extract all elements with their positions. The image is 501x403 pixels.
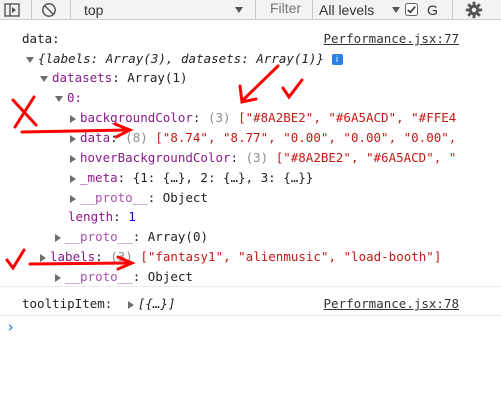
settings-gear-icon[interactable] (465, 0, 483, 19)
data-values: ["8.74", "8.77", "0.00", "0.00", "0.00", (155, 130, 457, 145)
proto-key: __proto__ (65, 269, 133, 284)
labels-key: labels (50, 249, 96, 264)
context-dropdown-icon[interactable] (234, 0, 244, 19)
labels-values: ["fantasy1", "alienmusic", "load-booth"] (140, 249, 442, 264)
proto-key: __proto__ (80, 190, 148, 205)
data-label: data: (22, 31, 60, 46)
group-label: G (427, 1, 438, 18)
log-levels-dropdown-icon[interactable] (391, 0, 401, 19)
meta-row[interactable]: _meta: {1: {…}, 2: {…}, 3: {…}} (70, 168, 313, 187)
object-summary-row[interactable]: {labels: Array(3), datasets: Array(1)} i (26, 49, 343, 68)
collapse-arrow-icon[interactable] (70, 194, 76, 203)
expand-arrow-icon[interactable] (55, 95, 63, 102)
data-array-row[interactable]: data: (8) ["8.74", "8.77", "0.00", "0.00… (70, 128, 456, 147)
collapse-arrow-icon[interactable] (127, 300, 134, 309)
proto-key: __proto__ (65, 229, 133, 244)
background-color-values: ["#8A2BE2", "#6A5ACD", "#FFE4 (238, 110, 457, 125)
hover-bg-count: (3) (245, 150, 269, 165)
proto-value: : Object (132, 269, 193, 284)
source-link-77[interactable]: Performance.jsx:77 (324, 29, 459, 48)
group-checkbox[interactable] (405, 0, 418, 19)
data-key: data (80, 130, 111, 145)
hover-bg-key: hoverBackgroundColor (80, 150, 231, 165)
proto-array-value: : Array(0) (132, 229, 208, 244)
log-levels-select[interactable]: All levels (319, 0, 374, 19)
collapse-arrow-icon[interactable] (40, 253, 46, 262)
info-icon[interactable]: i (331, 54, 343, 65)
background-color-row[interactable]: backgroundColor: (3) ["#8A2BE2", "#6A5AC… (70, 108, 456, 127)
log-entry-tooltip: tooltipItem: [{…}] Performance.jsx:78 (22, 294, 501, 313)
meta-key: _meta (80, 170, 118, 185)
console-output: data: Performance.jsx:77 {labels: Array(… (0, 20, 501, 403)
context-label: top (84, 1, 104, 18)
expand-arrow-icon[interactable] (40, 75, 48, 82)
context-select[interactable]: top (84, 0, 103, 19)
source-link-78[interactable]: Performance.jsx:78 (324, 294, 459, 313)
length-value: 1 (128, 209, 136, 224)
log-entry-data: data: Performance.jsx:77 (22, 29, 501, 48)
labels-row[interactable]: labels: (3) ["fantasy1", "alienmusic", "… (40, 247, 441, 266)
proto-object-row-2[interactable]: __proto__: Object (55, 267, 193, 286)
datasets-value: : Array(1) (112, 70, 188, 85)
console-toolbar: top Filter All levels G (0, 0, 501, 20)
console-prompt-icon[interactable]: › (6, 318, 15, 336)
filter-input[interactable]: Filter (266, 0, 315, 18)
sidebar-toggle-icon[interactable] (4, 0, 20, 19)
tooltip-value[interactable]: [{…}] (138, 296, 176, 311)
hover-bg-values: ["#8A2BE2", "#6A5ACD", " (275, 150, 457, 165)
length-key: length (68, 209, 114, 224)
collapse-arrow-icon[interactable] (70, 174, 76, 183)
hover-bg-row[interactable]: hoverBackgroundColor: (3) ["#8A2BE2", "#… (70, 148, 456, 167)
index-0-row[interactable]: 0: (55, 88, 82, 107)
collapse-arrow-icon[interactable] (70, 114, 76, 123)
proto-value: : Object (147, 190, 208, 205)
tooltip-label: tooltipItem: (22, 296, 113, 311)
collapse-arrow-icon[interactable] (70, 134, 76, 143)
data-count: (8) (125, 130, 148, 145)
object-summary: {labels: Array(3), datasets: Array(1)} (38, 51, 324, 66)
proto-object-row[interactable]: __proto__: Object (70, 188, 208, 207)
collapse-arrow-icon[interactable] (70, 154, 76, 163)
clear-console-icon[interactable] (41, 0, 57, 19)
log-levels-label: All levels (319, 1, 375, 18)
proto-array-row[interactable]: __proto__: Array(0) (55, 227, 208, 246)
expand-arrow-icon[interactable] (26, 56, 34, 63)
background-color-key: backgroundColor (80, 110, 193, 125)
labels-count: (3) (110, 249, 133, 264)
datasets-key: datasets (52, 70, 113, 85)
collapse-arrow-icon[interactable] (55, 233, 61, 242)
index-0-key: 0: (67, 90, 83, 105)
collapse-arrow-icon[interactable] (55, 273, 61, 282)
length-row: length: 1 (68, 209, 136, 224)
datasets-row[interactable]: datasets: Array(1) (40, 68, 187, 87)
background-color-count: (3) (207, 110, 231, 125)
meta-values: : {1: {…}, 2: {…}, 3: {…}} (117, 170, 314, 185)
